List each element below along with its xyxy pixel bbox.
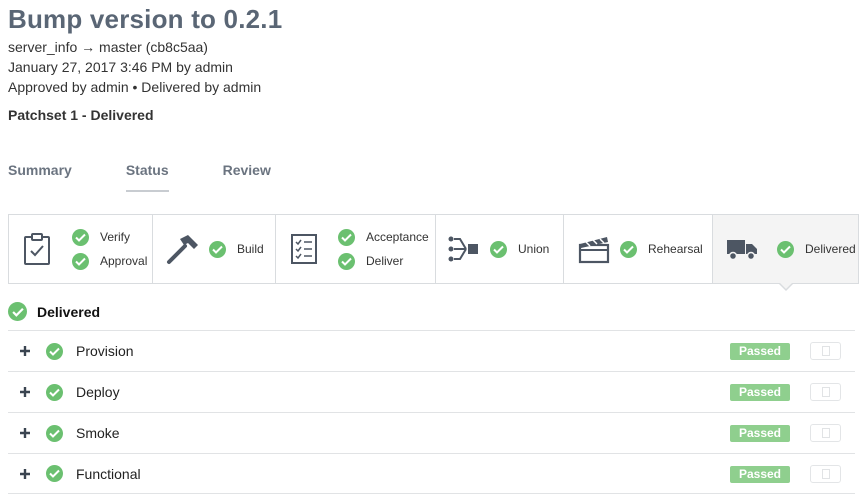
tab-review[interactable]: Review xyxy=(223,161,271,192)
expand-plus-icon[interactable] xyxy=(18,467,32,481)
check-icon xyxy=(8,302,27,321)
section-title: Delivered xyxy=(37,303,101,320)
log-button[interactable] xyxy=(810,465,841,483)
stage-acceptance[interactable]: Acceptance Deliver xyxy=(276,215,436,283)
hammer-icon xyxy=(163,229,203,269)
status-badge: Passed xyxy=(730,343,790,360)
log-button[interactable] xyxy=(810,383,841,401)
expand-plus-icon[interactable] xyxy=(18,385,32,399)
phase-label: Rehearsal xyxy=(648,242,703,256)
page-title: Bump version to 0.2.1 xyxy=(8,4,283,34)
check-icon xyxy=(46,383,63,401)
phase-name: Provision xyxy=(76,343,134,359)
phase-label: Build xyxy=(237,242,264,256)
check-icon xyxy=(46,342,63,360)
delivery-truck-icon xyxy=(722,229,762,269)
phase-approval: Approval xyxy=(72,249,147,273)
document-icon xyxy=(821,387,830,397)
check-icon xyxy=(620,240,637,258)
check-icon xyxy=(46,465,63,482)
check-icon xyxy=(338,252,355,270)
document-icon xyxy=(821,428,830,438)
check-icon xyxy=(72,228,89,246)
document-icon xyxy=(821,469,830,479)
log-button[interactable] xyxy=(810,342,841,360)
stage-section-header: Delivered xyxy=(8,302,100,321)
stage-union[interactable]: Union xyxy=(436,215,564,283)
branch-info: server_info → master (cb8c5aa) xyxy=(8,39,208,55)
approval-info: Approved by admin • Delivered by admin xyxy=(8,79,262,95)
active-stage-pointer xyxy=(777,282,794,291)
tab-summary[interactable]: Summary xyxy=(8,161,72,192)
expand-plus-icon[interactable] xyxy=(18,426,32,440)
phase-name: Functional xyxy=(76,465,141,482)
checklist-icon xyxy=(284,229,324,269)
phase-build: Build xyxy=(209,237,264,261)
submitted-info: January 27, 2017 3:46 PM by admin xyxy=(8,59,233,75)
check-icon xyxy=(777,240,794,258)
phase-deliver: Deliver xyxy=(338,249,429,273)
phase-name: Smoke xyxy=(76,425,120,441)
pipeline-stages: Verify Approval Build Acceptance Deliver… xyxy=(8,214,859,291)
phase-label: Union xyxy=(518,242,550,256)
status-badge: Passed xyxy=(730,384,790,401)
phase-label: Approval xyxy=(100,254,148,268)
log-button[interactable] xyxy=(810,424,841,442)
phase-label: Acceptance xyxy=(366,230,429,244)
phase-verify: Verify xyxy=(72,225,147,249)
phase-row: Provision Passed xyxy=(8,330,855,371)
stage-build[interactable]: Build xyxy=(153,215,276,283)
phase-name: Deploy xyxy=(76,384,120,400)
check-icon xyxy=(46,424,63,442)
stage-verify[interactable]: Verify Approval xyxy=(9,215,153,283)
phase-acceptance: Acceptance xyxy=(338,225,429,249)
phase-rehearsal: Rehearsal xyxy=(620,237,703,261)
union-icon xyxy=(444,229,484,269)
phase-label: Delivered xyxy=(805,242,856,256)
check-icon xyxy=(338,228,355,246)
check-icon xyxy=(209,240,226,258)
check-icon xyxy=(72,252,89,270)
phase-label: Verify xyxy=(100,230,131,244)
clapperboard-icon xyxy=(574,229,614,269)
phase-row: Deploy Passed xyxy=(8,371,855,412)
stage-delivered[interactable]: Delivered xyxy=(713,215,858,291)
phase-row: Functional Passed xyxy=(8,453,855,494)
phase-list: Provision Passed Deploy Passed Smoke Pas… xyxy=(8,330,855,494)
check-icon xyxy=(490,240,507,258)
status-badge: Passed xyxy=(730,425,790,442)
change-page: Bump version to 0.2.1 server_info → mast… xyxy=(0,0,866,501)
phase-label: Deliver xyxy=(366,254,404,268)
phase-union: Union xyxy=(490,237,549,261)
expand-plus-icon[interactable] xyxy=(18,344,32,358)
status-badge: Passed xyxy=(730,466,790,483)
tab-status[interactable]: Status xyxy=(125,161,169,192)
stage-rehearsal[interactable]: Rehearsal xyxy=(564,215,713,283)
phase-row: Smoke Passed xyxy=(8,412,855,453)
phase-delivered: Delivered xyxy=(777,237,856,261)
clipboard-check-icon xyxy=(17,229,57,269)
tab-bar: Summary Status Review xyxy=(8,161,325,195)
patchset-status: Patchset 1 - Delivered xyxy=(8,107,154,123)
document-icon xyxy=(821,346,830,356)
